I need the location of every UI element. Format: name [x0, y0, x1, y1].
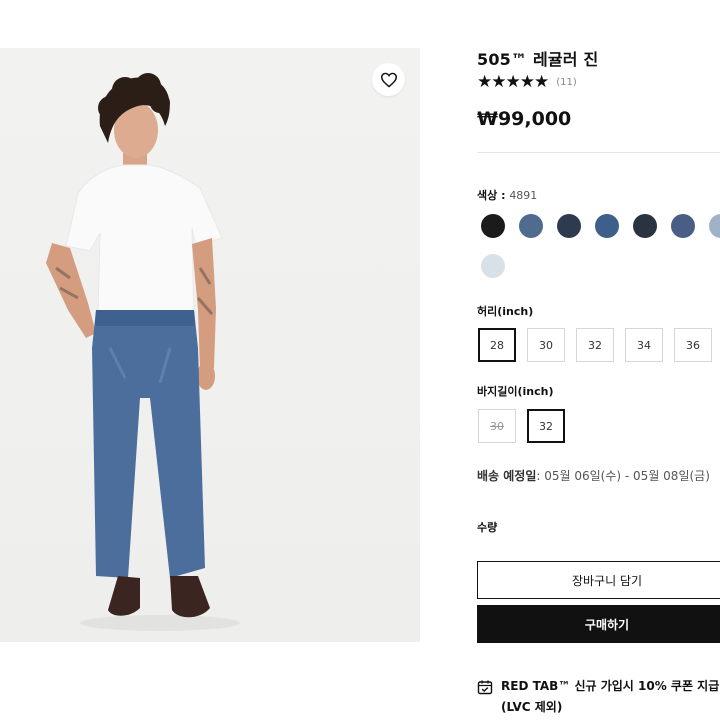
promo-text: RED TAB™ 신규 가입시 10% 쿠폰 지급 (LVC 제외): [501, 679, 720, 714]
color-value: 4891: [509, 189, 538, 202]
waist-size-36[interactable]: 36: [674, 328, 712, 362]
color-swatch[interactable]: [709, 214, 720, 238]
review-count[interactable]: (11): [556, 77, 577, 88]
length-label: 바지길이(inch): [477, 385, 554, 398]
buy-now-button[interactable]: 구매하기: [477, 605, 720, 643]
heart-icon: [380, 72, 397, 88]
delivery-dates: : 05월 06일(수) - 05월 08일(금): [536, 469, 710, 483]
rating-stars: ★★★★★: [477, 72, 549, 92]
color-swatch[interactable]: [481, 254, 505, 278]
color-swatch[interactable]: [671, 214, 695, 238]
calendar-check-icon: [477, 680, 493, 695]
product-image[interactable]: [0, 48, 420, 642]
waist-size-28[interactable]: 28: [478, 328, 516, 362]
waist-size-30[interactable]: 30: [527, 328, 565, 362]
model-illustration: [46, 73, 240, 631]
add-to-cart-button[interactable]: 장바구니 담기: [477, 561, 720, 599]
delivery-estimate: 배송 예정일: 05월 06일(수) - 05월 08일(금): [477, 467, 710, 484]
waist-size-32[interactable]: 32: [576, 328, 614, 362]
color-swatch[interactable]: [519, 214, 543, 238]
product-rating[interactable]: ★★★★★ (11): [477, 72, 577, 92]
waist-label: 허리(inch): [477, 305, 534, 318]
color-label: 색상 : 4891: [477, 189, 538, 202]
delivery-label: 배송 예정일: [477, 469, 537, 483]
color-swatch[interactable]: [633, 214, 657, 238]
quantity-label: 수량: [477, 521, 498, 534]
product-title: 505™ 레귤러 진: [477, 50, 599, 69]
length-size-30[interactable]: 30: [478, 409, 516, 443]
color-swatch[interactable]: [557, 214, 581, 238]
product-price: ₩99,000: [477, 108, 572, 130]
length-size-32[interactable]: 32: [527, 409, 565, 443]
color-swatch[interactable]: [481, 214, 505, 238]
waist-size-34[interactable]: 34: [625, 328, 663, 362]
color-swatch[interactable]: [595, 214, 619, 238]
wishlist-button[interactable]: [372, 63, 405, 96]
divider: [477, 152, 720, 153]
